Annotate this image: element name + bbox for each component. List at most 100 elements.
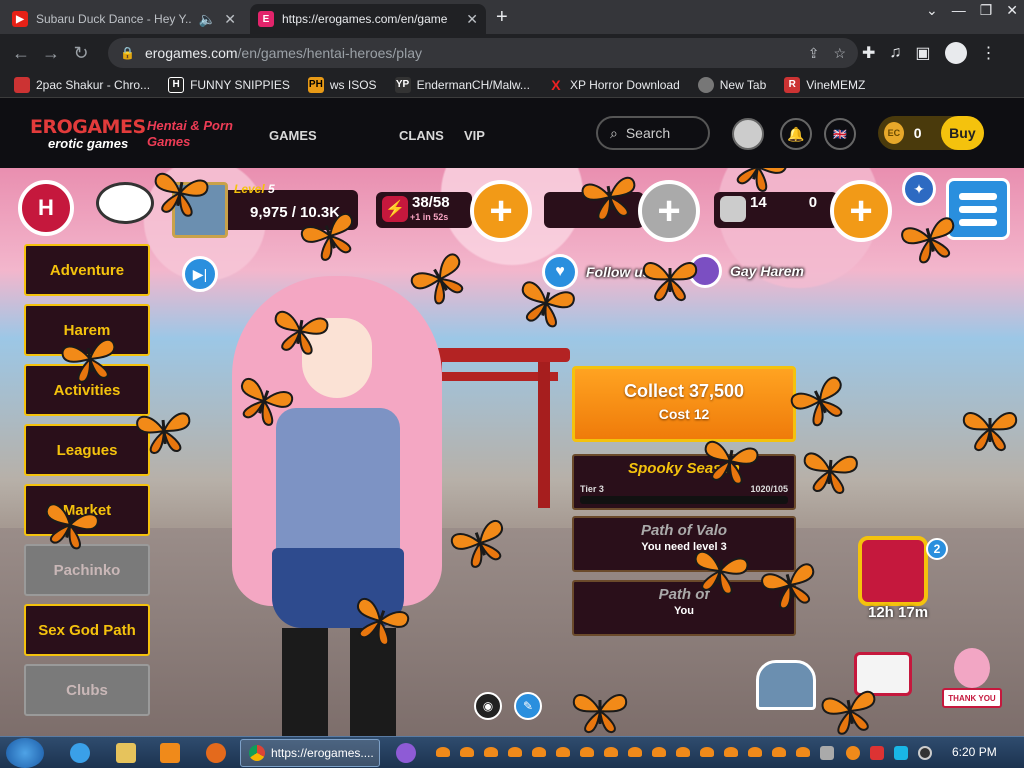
buy-button[interactable]: Buy [940, 116, 984, 150]
event-spooky-season[interactable]: Spooky Season Tier 3 1020/105 [572, 454, 796, 510]
butterfly-tray-icon[interactable] [532, 747, 546, 757]
new-tab-button[interactable]: + [496, 6, 508, 29]
tab-search-icon[interactable]: ⌄ [926, 2, 938, 19]
bookmark-item[interactable]: H FUNNY SNIPPIES [168, 76, 290, 93]
butterfly-tray-icon[interactable] [580, 747, 594, 757]
collect-button[interactable]: Collect 37,500 Cost 12 [572, 366, 796, 442]
app-icon[interactable] [206, 743, 226, 763]
butterfly-tray-icon[interactable] [556, 747, 570, 757]
tab-youtube[interactable]: ▶ Subaru Duck Dance - Hey Y... 🔈 ✕ [4, 4, 244, 34]
media-icon[interactable]: ♫ [889, 44, 901, 62]
notification-icon[interactable]: ✦ [902, 172, 936, 206]
add-energy-button[interactable]: + [470, 180, 532, 242]
bookmark-item[interactable]: 2pac Shakur - Chro... [14, 76, 150, 93]
site-header: EROGAMES erotic games Hentai & Porn Game… [0, 98, 1024, 168]
minimize-icon[interactable]: — [952, 2, 966, 19]
tray-icon[interactable] [918, 746, 932, 760]
add-money-button[interactable]: + [830, 180, 892, 242]
close-window-icon[interactable]: ✕ [1006, 2, 1018, 19]
butterfly-tray-icon[interactable] [460, 747, 474, 757]
bookmark-item[interactable]: New Tab [697, 76, 766, 93]
sidepanel-icon[interactable]: ▣ [915, 43, 930, 63]
gay-harem-button[interactable]: Gay Harem [688, 254, 804, 288]
bookmark-star-icon[interactable]: ☆ [833, 45, 846, 62]
bookmark-item[interactable]: YP EndermanCH/Malw... [394, 76, 530, 93]
butterfly-tray-icon[interactable] [628, 747, 642, 757]
butterfly-tray-icon[interactable] [724, 747, 738, 757]
bookmark-label: ws ISOS [329, 77, 377, 92]
add-stat-button[interactable]: + [638, 180, 700, 242]
butterfly-tray-icon[interactable] [772, 747, 786, 757]
butterfly-tray-icon[interactable] [436, 747, 450, 757]
butterfly-tray-icon[interactable] [796, 747, 810, 757]
media-player-icon[interactable] [160, 743, 180, 763]
butterfly-tray-icon[interactable] [676, 747, 690, 757]
tray-icon[interactable] [870, 746, 884, 760]
sidebar-item-leagues[interactable]: Leagues [24, 424, 150, 476]
uk-flag-icon[interactable]: 🇬🇧 [824, 118, 856, 150]
nav-vip[interactable]: VIP [464, 128, 485, 143]
bookmark-item[interactable]: R VineMEMZ [784, 76, 865, 93]
sidebar-item-adventure[interactable]: Adventure [24, 244, 150, 296]
hentai-heroes-logo[interactable]: H [18, 180, 74, 236]
skip-play-icon[interactable]: ▶| [182, 256, 218, 292]
reload-icon[interactable]: ↻ [66, 43, 96, 64]
thank-you-sign: THANK YOU [942, 688, 1002, 708]
erogames-logo[interactable]: EROGAMES erotic games [30, 116, 146, 151]
bookmark-icon [14, 76, 30, 93]
lock-icon[interactable]: 🔒 [120, 46, 135, 60]
profile-avatar[interactable] [944, 42, 967, 64]
nav-clans[interactable]: CLANS [399, 128, 444, 143]
tab-audio-icon[interactable]: 🔈 [199, 11, 216, 28]
ec-balance-value: 0 [913, 125, 922, 141]
treasure-chest-icon[interactable] [858, 536, 928, 606]
tor-icon[interactable] [396, 743, 416, 763]
chat-icon[interactable] [96, 182, 154, 224]
event-path-of-valor[interactable]: Path of Valo You need level 3 [572, 516, 796, 572]
extensions-icon[interactable]: ✚ [862, 43, 875, 63]
bookmark-label: EndermanCH/Malw... [416, 77, 530, 92]
bell-icon[interactable]: 🔔 [780, 118, 812, 150]
share-icon[interactable]: ⇪ [808, 45, 820, 62]
level-value: 5 [268, 182, 275, 196]
butterfly-tray-icon[interactable] [484, 747, 498, 757]
taskbar-chrome-button[interactable]: https://erogames.... [240, 739, 380, 767]
game-canvas[interactable]: H Level 5 9,975 / 10.3K ⚡ 38/58 +1 in 52… [0, 168, 1024, 736]
ie-icon[interactable] [70, 743, 90, 763]
thank-you-bunny[interactable]: THANK YOU [940, 648, 1004, 722]
close-tab-icon[interactable]: ✕ [466, 11, 478, 28]
search-icon: ⌕ [610, 124, 618, 141]
event-progress-bar [580, 496, 788, 504]
energy-value: 38/58 [412, 194, 450, 211]
restore-icon[interactable]: ❐ [980, 2, 993, 19]
butterfly-tray-icon[interactable] [700, 747, 714, 757]
edit-pen-icon[interactable]: ✎ [514, 692, 542, 720]
explorer-icon[interactable] [116, 743, 136, 763]
bookmark-item[interactable]: X XP Horror Download [548, 77, 680, 93]
nav-games[interactable]: GAMES [269, 128, 317, 143]
mailbox-icon[interactable] [756, 660, 816, 710]
erogames-icon: E [258, 11, 274, 27]
bookmark-item[interactable]: PH ws ISOS [307, 76, 377, 93]
hide-ui-eye-icon[interactable]: ◉ [474, 692, 502, 720]
butterfly-icon [570, 688, 630, 734]
sidebar-item-sex-god-path[interactable]: Sex God Path [24, 604, 150, 656]
forward-icon[interactable]: → [36, 43, 66, 64]
tray-icon[interactable] [820, 746, 834, 760]
back-icon[interactable]: ← [6, 43, 36, 64]
address-bar[interactable]: 🔒 erogames.com/en/games/hentai-heroes/pl… [108, 38, 858, 68]
butterfly-tray-icon[interactable] [652, 747, 666, 757]
gay-harem-label: Gay Harem [730, 263, 804, 279]
butterfly-tray-icon[interactable] [508, 747, 522, 757]
menu-kebab-icon[interactable]: ⋮ [981, 43, 997, 63]
tab-erogames[interactable]: E https://erogames.com/en/game ✕ [250, 4, 486, 34]
user-avatar[interactable] [732, 118, 764, 150]
close-tab-icon[interactable]: ✕ [224, 11, 236, 28]
tray-icon[interactable] [846, 746, 860, 760]
search-input[interactable]: ⌕ Search [596, 116, 710, 150]
sidebar-item-clubs[interactable]: Clubs [24, 664, 150, 716]
butterfly-tray-icon[interactable] [604, 747, 618, 757]
start-button[interactable] [6, 738, 44, 768]
butterfly-tray-icon[interactable] [748, 747, 762, 757]
tray-icon[interactable] [894, 746, 908, 760]
